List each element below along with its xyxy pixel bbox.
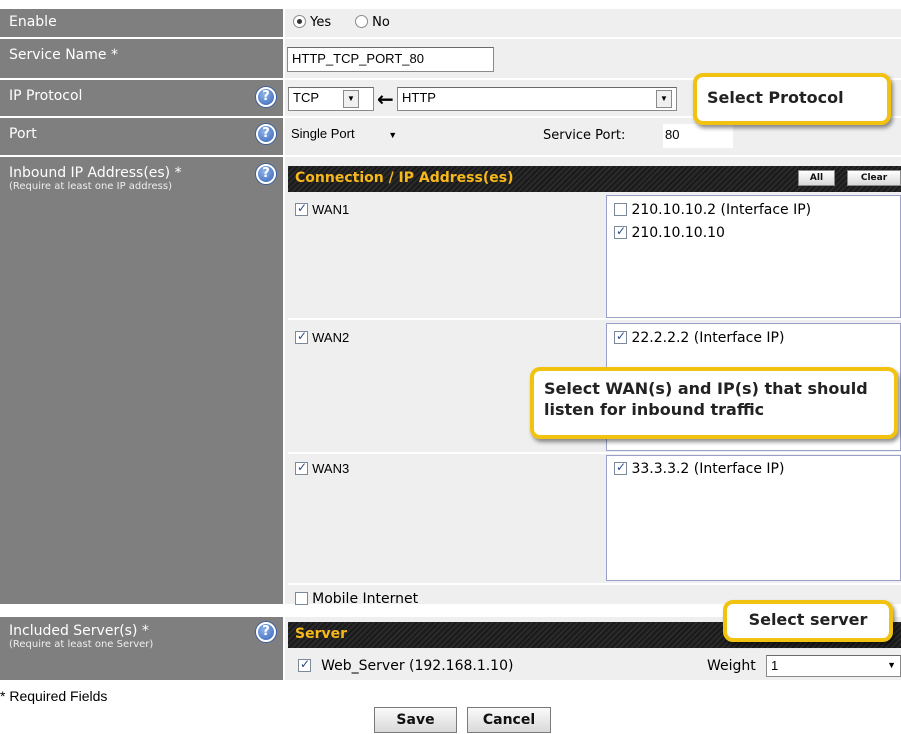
wan2-label: WAN2 [312, 330, 350, 345]
wan1-ip-option[interactable]: 210.10.10.2 (Interface IP) [614, 202, 811, 218]
port-type-dropdown-icon[interactable]: ▼ [388, 130, 397, 140]
wan2-ip1-checkbox[interactable] [614, 329, 627, 344]
server-header-title: Server [295, 626, 348, 642]
wan2-checkbox[interactable] [295, 329, 308, 344]
wan1-option[interactable]: WAN1 [295, 201, 350, 218]
wan3-option[interactable]: WAN3 [295, 460, 350, 477]
callout-select-wan: Select WAN(s) and IP(s) that should list… [530, 367, 898, 439]
all-button[interactable]: All [798, 170, 835, 186]
callout-select-server: Select server [723, 600, 893, 642]
wan1-ip1-label: 210.10.10.2 (Interface IP) [631, 202, 812, 218]
enable-no-option[interactable]: No [355, 15, 390, 30]
enable-yes-label: Yes [310, 15, 332, 30]
weight-label: Weight [707, 658, 756, 674]
ip-protocol-help-icon[interactable]: ? [256, 87, 276, 107]
included-servers-sublabel: (Require at least one Server) [9, 639, 154, 650]
service-port-label: Service Port: [543, 128, 626, 143]
wan1-ip-option[interactable]: 210.10.10.10 [614, 224, 725, 241]
wan1-ip1-checkbox[interactable] [614, 203, 627, 216]
callout-select-protocol: Select Protocol [693, 73, 891, 125]
service-port-input[interactable]: 80 [663, 124, 733, 148]
weight-select[interactable]: 1 ▼ [766, 655, 901, 677]
included-servers-label-cell: Included Server(s) * (Require at least o… [0, 617, 283, 680]
wan2-option[interactable]: WAN2 [295, 329, 350, 346]
wan2-ip-option[interactable]: 22.2.2.2 (Interface IP) [614, 329, 785, 346]
service-select[interactable]: HTTP ▼ [397, 87, 677, 111]
arrow-left-icon: ← [377, 87, 394, 111]
port-label: Port [9, 126, 37, 142]
server-checkbox[interactable] [298, 657, 311, 672]
service-name-input[interactable]: HTTP_TCP_PORT_80 [287, 47, 494, 72]
inbound-label-cell: Inbound IP Address(es) * (Require at lea… [0, 157, 283, 604]
wan3-ip-option[interactable]: 33.3.3.2 (Interface IP) [614, 460, 785, 477]
wan1-ip2-label: 210.10.10.10 [631, 225, 725, 241]
ip-protocol-label: IP Protocol [9, 88, 83, 104]
service-value: HTTP [402, 90, 436, 105]
wan1-checkbox[interactable] [295, 201, 308, 216]
ip-protocol-label-cell: IP Protocol [0, 80, 283, 116]
port-help-icon[interactable]: ? [256, 124, 276, 144]
cancel-button[interactable]: Cancel [467, 707, 551, 733]
wan1-label: WAN1 [312, 202, 350, 217]
wan3-ip1-label: 33.3.3.2 (Interface IP) [631, 461, 785, 477]
wan-row-divider [288, 318, 901, 320]
enable-no-label: No [372, 15, 390, 30]
wan3-ip1-checkbox[interactable] [614, 460, 627, 475]
protocol-select[interactable]: TCP ▼ [288, 87, 374, 111]
required-fields-note: * Required Fields [0, 688, 108, 704]
wan-row-divider [288, 452, 901, 454]
service-dropdown-arrow-icon[interactable]: ▼ [656, 90, 672, 108]
server-label: Web_Server (192.168.1.10) [321, 658, 514, 674]
wan3-checkbox[interactable] [295, 460, 308, 475]
inbound-label: Inbound IP Address(es) * [9, 165, 182, 181]
included-servers-label: Included Server(s) * [9, 623, 149, 639]
mobile-internet-option[interactable]: Mobile Internet [295, 591, 418, 607]
port-type-value: Single Port [291, 126, 355, 141]
wan-row-divider [288, 583, 901, 585]
inbound-help-icon[interactable]: ? [256, 164, 276, 184]
protocol-dropdown-arrow-icon[interactable]: ▼ [343, 90, 359, 108]
weight-value: 1 [771, 658, 779, 673]
inbound-sublabel: (Require at least one IP address) [9, 181, 172, 192]
included-servers-help-icon[interactable]: ? [256, 622, 276, 642]
enable-field-cell: Yes No [285, 9, 901, 37]
server-option[interactable]: Web_Server (192.168.1.10) [298, 657, 514, 674]
clear-button[interactable]: Clear [847, 170, 901, 186]
service-name-label: Service Name * [9, 47, 118, 63]
protocol-value: TCP [293, 90, 319, 105]
port-type-select[interactable]: Single Port ▼ [291, 126, 397, 141]
enable-label: Enable [9, 14, 57, 30]
wan3-label: WAN3 [312, 461, 350, 476]
enable-label-cell: Enable [0, 9, 283, 37]
mobile-internet-checkbox[interactable] [295, 592, 308, 605]
weight-dropdown-icon[interactable]: ▼ [887, 660, 896, 670]
service-name-label-cell: Service Name * [0, 39, 283, 78]
port-label-cell: Port [0, 118, 283, 155]
wan1-ip2-checkbox[interactable] [614, 224, 627, 239]
enable-no-radio[interactable] [355, 15, 368, 28]
mobile-internet-label: Mobile Internet [312, 591, 419, 607]
connection-header-title: Connection / IP Address(es) [295, 170, 514, 186]
save-button[interactable]: Save [374, 707, 457, 733]
enable-yes-option[interactable]: Yes [293, 15, 331, 30]
enable-yes-radio[interactable] [293, 15, 306, 28]
wan2-ip1-label: 22.2.2.2 (Interface IP) [631, 330, 785, 346]
